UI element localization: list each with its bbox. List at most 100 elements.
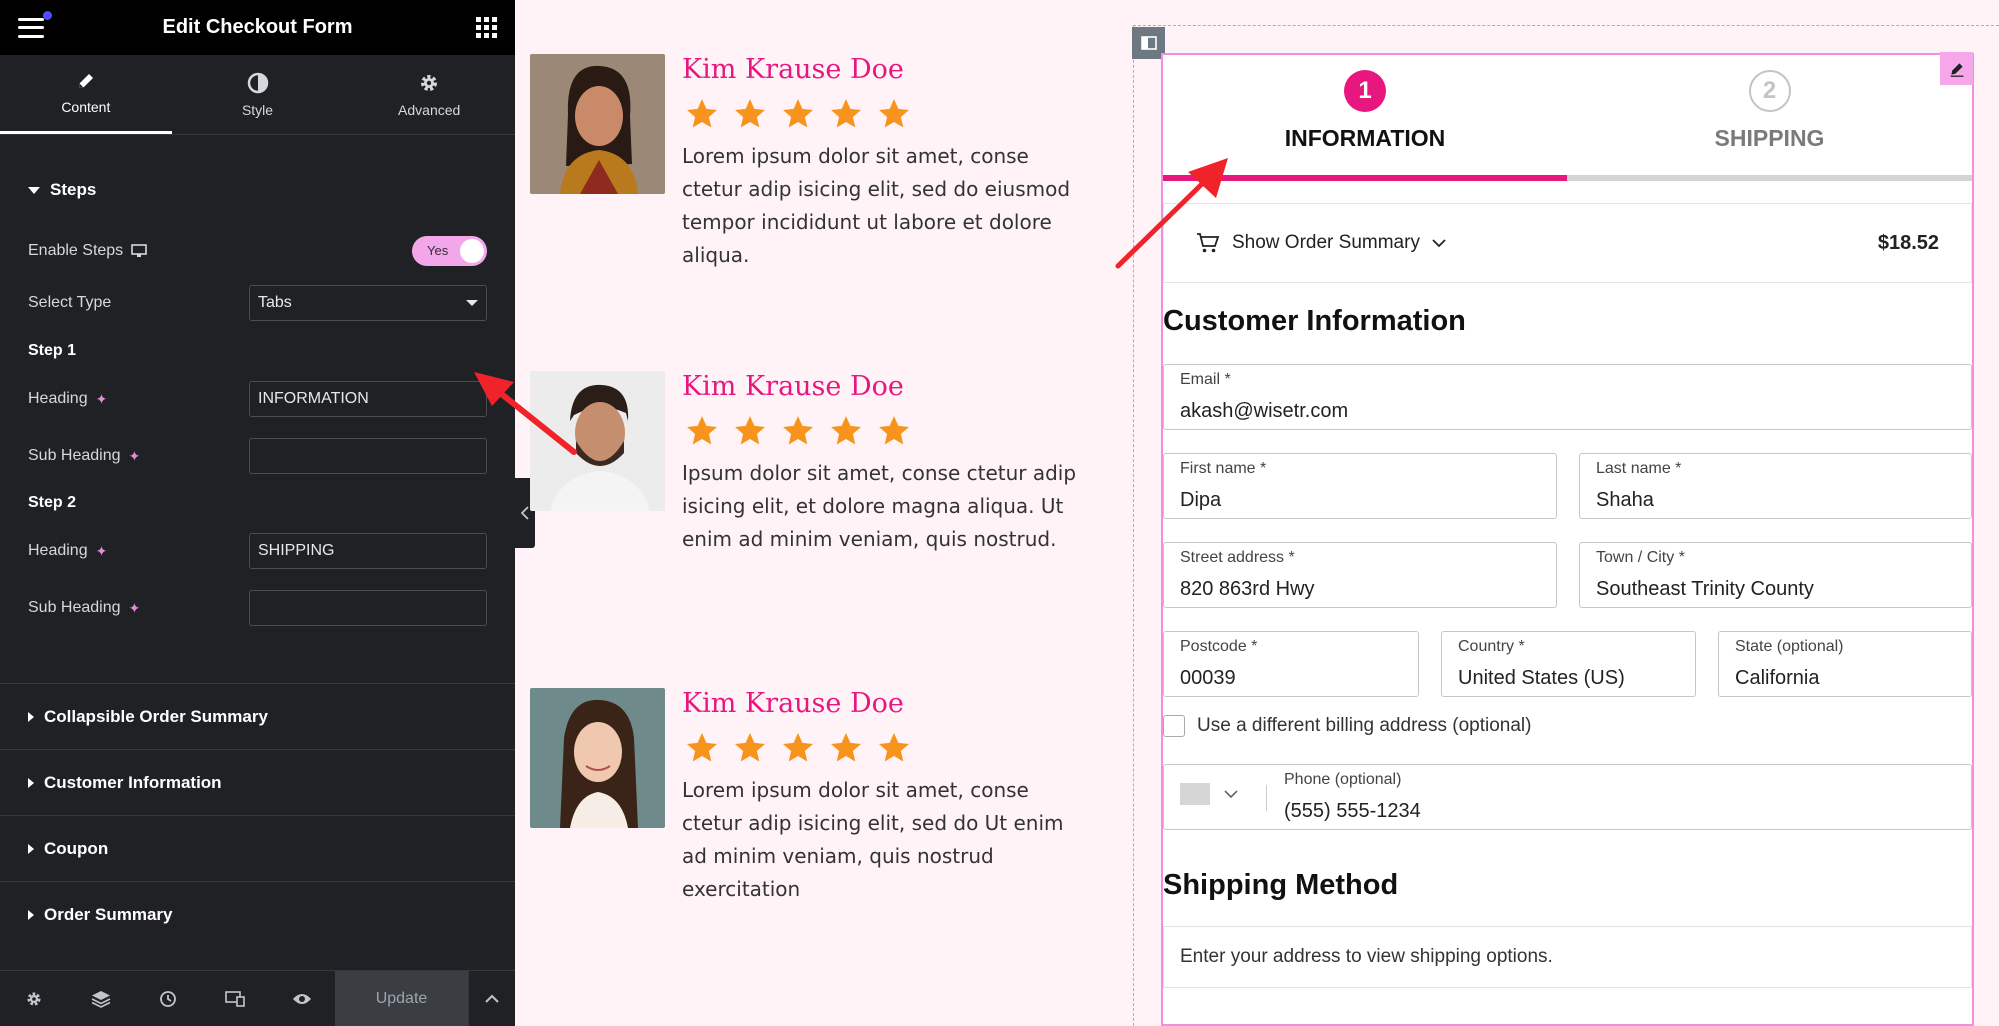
testimonial-name: Kim Krause Doe: [682, 371, 904, 402]
dropdown-caret-icon: [466, 300, 478, 306]
layers-icon: [91, 990, 110, 1008]
update-options-button[interactable]: [468, 971, 515, 1026]
step2-subheading-input[interactable]: [249, 590, 487, 626]
order-summary-toggle[interactable]: Show Order Summary $18.52: [1163, 203, 1972, 283]
star-icon: [687, 99, 717, 128]
enable-steps-toggle[interactable]: Yes: [412, 236, 487, 266]
history-icon: [159, 990, 176, 1007]
phone-field[interactable]: Phone (optional) (555) 555-1234: [1163, 764, 1972, 830]
chevron-down-icon: [1224, 790, 1238, 799]
ai-sparkle-icon[interactable]: ✦: [129, 600, 141, 617]
country-select[interactable]: Country * United States (US): [1441, 631, 1696, 697]
edit-widget-button[interactable]: [1940, 52, 1973, 85]
responsive-mode-button[interactable]: [201, 990, 268, 1007]
pencil-icon: [78, 74, 93, 88]
step2-subheading-control: Sub Heading ✦: [28, 590, 487, 626]
step2-subheading-label: Sub Heading: [28, 599, 121, 616]
town-city-field[interactable]: Town / City * Southeast Trinity County: [1579, 542, 1972, 608]
step2-heading-input[interactable]: [249, 533, 487, 569]
star-icon: [687, 416, 717, 445]
field-value: akash@wisetr.com: [1180, 400, 1349, 422]
steps-section-title: Steps: [50, 180, 97, 199]
field-label: First name *: [1180, 460, 1267, 477]
settings-button[interactable]: [0, 990, 67, 1008]
tab-advanced[interactable]: Advanced: [343, 55, 515, 134]
postcode-field[interactable]: Postcode * 00039: [1163, 631, 1419, 697]
last-name-field[interactable]: Last name * Shaha: [1579, 453, 1972, 519]
step1-heading-input[interactable]: [249, 381, 487, 417]
field-value: United States (US): [1458, 667, 1625, 689]
field-label: Phone (optional): [1284, 771, 1402, 788]
field-value: Shaha: [1596, 489, 1654, 511]
widgets-grid-icon[interactable]: [476, 17, 497, 38]
steps-section-header[interactable]: Steps: [0, 180, 124, 200]
different-billing-checkbox-row[interactable]: Use a different billing address (optiona…: [1163, 715, 1531, 737]
field-value: 00039: [1180, 667, 1236, 689]
caret-right-icon: [28, 909, 34, 920]
street-address-field[interactable]: Street address * 820 863rd Hwy: [1163, 542, 1557, 608]
first-name-field[interactable]: First name * Dipa: [1163, 453, 1557, 519]
desktop-icon: [131, 244, 147, 257]
cart-icon: [1197, 233, 1220, 253]
eye-icon: [292, 993, 311, 1004]
step2-heading-label: Heading: [28, 542, 88, 559]
country-code-selector[interactable]: [1180, 783, 1238, 805]
preview-button[interactable]: [268, 992, 335, 1006]
star-icon: [783, 99, 813, 128]
star-icon: [783, 416, 813, 445]
panel-footer: Update: [0, 970, 515, 1026]
pencil-icon: [1950, 62, 1963, 77]
step1-heading-label: Heading: [28, 390, 88, 407]
shipping-options-message: Enter your address to view shipping opti…: [1163, 926, 1972, 988]
step1-subheading-input[interactable]: [249, 438, 487, 474]
rating-stars: [682, 96, 914, 132]
toggle-knob: [460, 239, 484, 263]
step-progress-bar: [1567, 175, 1972, 181]
navigator-button[interactable]: [67, 990, 134, 1008]
field-value: Southeast Trinity County: [1596, 578, 1814, 600]
update-button[interactable]: Update: [335, 970, 468, 1026]
tab-content-label: Content: [61, 99, 111, 115]
step-number-badge: 1: [1344, 70, 1386, 112]
testimonial-name: Kim Krause Doe: [682, 54, 904, 85]
testimonial-text: Lorem ipsum dolor sit amet, conse ctetur…: [682, 778, 1064, 901]
avatar: [530, 688, 665, 828]
field-label: Street address *: [1180, 549, 1295, 566]
step-tab-shipping[interactable]: 2 SHIPPING: [1567, 55, 1972, 181]
columns-icon: [1140, 36, 1157, 50]
select-type-dropdown[interactable]: Tabs: [249, 285, 487, 321]
step-tab-information[interactable]: 1 INFORMATION: [1163, 55, 1567, 181]
different-billing-checkbox[interactable]: [1163, 715, 1185, 737]
history-button[interactable]: [134, 990, 201, 1008]
ai-sparkle-icon[interactable]: ✦: [96, 543, 108, 560]
testimonial-name: Kim Krause Doe: [682, 688, 904, 719]
accordion-order-summary[interactable]: Order Summary: [0, 881, 515, 947]
step-title: INFORMATION: [1284, 125, 1446, 151]
step-number-badge: 2: [1748, 70, 1791, 112]
testimonial-card: Kim Krause Doe Ipsum dolor sit amet, con…: [530, 371, 1090, 611]
field-label: Email *: [1180, 371, 1231, 388]
accordion-collapsible-order-summary[interactable]: Collapsible Order Summary: [0, 683, 515, 749]
state-field[interactable]: State (optional) California: [1718, 631, 1972, 697]
checkout-form: 1 INFORMATION 2 SHIPPING Show Order Summ…: [1161, 53, 1974, 1026]
select-type-label: Select Type: [28, 294, 112, 311]
accordion-coupon[interactable]: Coupon: [0, 815, 515, 881]
field-label: Postcode *: [1180, 638, 1258, 655]
tab-style-label: Style: [241, 101, 274, 118]
star-icon: [831, 733, 861, 762]
step1-subheading-control: Sub Heading ✦: [28, 438, 487, 474]
ai-sparkle-icon[interactable]: ✦: [96, 391, 108, 408]
tab-content[interactable]: Content: [0, 55, 172, 134]
ai-sparkle-icon[interactable]: ✦: [129, 448, 141, 465]
accordion-label: Collapsible Order Summary: [44, 706, 268, 726]
menu-icon[interactable]: [18, 10, 52, 38]
order-summary-label: Show Order Summary: [1232, 232, 1420, 253]
sidebar-header: Edit Checkout Form: [0, 0, 515, 55]
star-icon: [879, 99, 909, 128]
step1-heading-control: Heading ✦: [28, 381, 487, 417]
email-field[interactable]: Email * akash@wisetr.com: [1163, 364, 1972, 430]
accordion-customer-information[interactable]: Customer Information: [0, 749, 515, 815]
responsive-icon: [224, 990, 245, 1007]
gear-icon: [26, 991, 41, 1006]
tab-style[interactable]: Style: [172, 55, 344, 134]
